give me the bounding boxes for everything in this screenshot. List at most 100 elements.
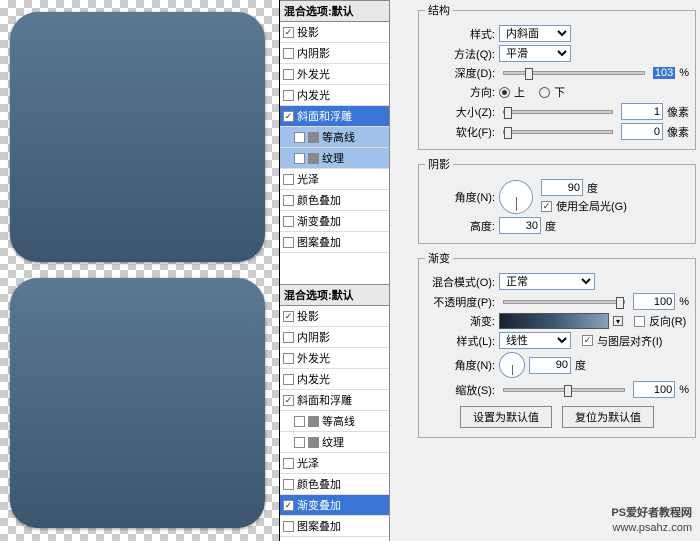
group-gradient: 渐变 混合模式(O):正常 不透明度(P):% 渐变:▾ 反向(R) 样式(L)… — [418, 250, 696, 438]
input-soften[interactable] — [621, 123, 663, 140]
select-blend[interactable]: 正常 — [499, 273, 595, 290]
style-item-label: 光泽 — [297, 171, 319, 187]
style-list-bottom: 混合选项:默认 ✓投影内阴影外发光内发光 ✓斜面和浮雕等高线纹理光泽颜色叠加 ✓渐变… — [279, 284, 390, 541]
checkbox-icon[interactable] — [283, 69, 294, 80]
checkbox-reverse[interactable] — [634, 316, 645, 327]
checkbox-icon[interactable] — [283, 195, 294, 206]
checkbox-global-light[interactable]: ✓ — [541, 201, 552, 212]
checkbox-icon[interactable]: ✓ — [283, 395, 294, 406]
select-grad-style[interactable]: 线性 — [499, 332, 571, 349]
style-item[interactable]: 光泽 — [280, 169, 389, 190]
style-item-label: 纹理 — [322, 150, 344, 166]
angle-wheel[interactable] — [499, 180, 533, 214]
style-item-label: 图案叠加 — [297, 518, 341, 534]
checkbox-icon[interactable] — [294, 132, 305, 143]
checkbox-icon[interactable] — [283, 90, 294, 101]
checkbox-icon[interactable] — [294, 437, 305, 448]
btn-reset-default[interactable]: 复位为默认值 — [562, 406, 654, 428]
style-item[interactable]: 外发光 — [280, 64, 389, 85]
slider-soften[interactable] — [503, 130, 613, 134]
preview-shape-top — [10, 12, 265, 262]
select-style[interactable]: 内斜面 — [499, 25, 571, 42]
label-depth: 深度(D): — [425, 65, 495, 81]
style-item[interactable]: 内阴影 — [280, 327, 389, 348]
label-method: 方法(Q): — [425, 46, 495, 62]
sub-icon — [308, 132, 319, 143]
canvas-top — [0, 0, 279, 270]
style-item[interactable]: ✓投影 — [280, 306, 389, 327]
style-item-label: 光泽 — [297, 455, 319, 471]
checkbox-icon[interactable]: ✓ — [283, 27, 294, 38]
label-soften: 软化(F): — [425, 124, 495, 140]
input-opacity[interactable] — [633, 293, 675, 310]
style-item-label: 投影 — [297, 24, 319, 40]
checkbox-icon[interactable] — [283, 48, 294, 59]
checkbox-icon[interactable] — [283, 174, 294, 185]
style-item[interactable]: 内阴影 — [280, 43, 389, 64]
style-item[interactable]: 光泽 — [280, 453, 389, 474]
gradient-bar[interactable] — [499, 313, 609, 329]
checkbox-icon[interactable] — [283, 521, 294, 532]
input-altitude[interactable] — [499, 217, 541, 234]
label-altitude: 高度: — [425, 218, 495, 234]
input-angle[interactable] — [541, 179, 583, 196]
select-method[interactable]: 平滑 — [499, 45, 571, 62]
slider-opacity[interactable] — [503, 300, 625, 304]
style-item[interactable]: 等高线 — [280, 411, 389, 432]
style-item[interactable]: 等高线 — [280, 127, 389, 148]
label-grad-angle: 角度(N): — [425, 357, 495, 373]
gradient-menu-icon[interactable]: ▾ — [613, 316, 623, 326]
style-item[interactable]: ✓斜面和浮雕 — [280, 390, 389, 411]
style-item[interactable]: 颜色叠加 — [280, 190, 389, 211]
radio-down[interactable] — [539, 87, 550, 98]
checkbox-align-layer[interactable]: ✓ — [582, 335, 593, 346]
checkbox-icon[interactable] — [283, 332, 294, 343]
style-item[interactable]: 图案叠加 — [280, 516, 389, 537]
slider-scale[interactable] — [503, 388, 625, 392]
btn-set-default[interactable]: 设置为默认值 — [460, 406, 552, 428]
style-item[interactable]: 内发光 — [280, 85, 389, 106]
style-item[interactable]: 内发光 — [280, 369, 389, 390]
checkbox-icon[interactable] — [283, 216, 294, 227]
group-shadow: 阴影 角度(N): 度 ✓使用全局光(G) 高度:度 — [418, 156, 696, 244]
sub-icon — [308, 153, 319, 164]
style-item[interactable]: 图案叠加 — [280, 232, 389, 253]
input-grad-angle[interactable] — [529, 357, 571, 374]
label-gradient: 渐变: — [425, 313, 495, 329]
checkbox-icon[interactable] — [294, 416, 305, 427]
style-item[interactable]: 颜色叠加 — [280, 474, 389, 495]
checkbox-icon[interactable] — [283, 374, 294, 385]
style-item[interactable]: 纹理 — [280, 432, 389, 453]
style-item[interactable]: 纹理 — [280, 148, 389, 169]
label-blend: 混合模式(O): — [425, 274, 495, 290]
style-item-label: 外发光 — [297, 350, 330, 366]
style-list-header: 混合选项:默认 — [280, 284, 389, 306]
style-item[interactable]: ✓斜面和浮雕 — [280, 106, 389, 127]
style-item[interactable]: ✓投影 — [280, 22, 389, 43]
style-item-label: 颜色叠加 — [297, 476, 341, 492]
input-size[interactable] — [621, 103, 663, 120]
label-grad-style: 样式(L): — [425, 333, 495, 349]
legend-shadow: 阴影 — [425, 156, 453, 172]
checkbox-icon[interactable] — [283, 479, 294, 490]
input-scale[interactable] — [633, 381, 675, 398]
style-item[interactable]: ✓渐变叠加 — [280, 495, 389, 516]
value-depth[interactable]: 103 — [653, 67, 675, 79]
checkbox-icon[interactable]: ✓ — [283, 311, 294, 322]
group-structure: 结构 样式:内斜面 方法(Q):平滑 深度(D):103% 方向:上 下 大小(… — [418, 2, 696, 150]
style-item-label: 渐变叠加 — [297, 213, 341, 229]
radio-up[interactable] — [499, 87, 510, 98]
grad-angle-wheel[interactable] — [499, 352, 525, 378]
style-item[interactable]: 渐变叠加 — [280, 211, 389, 232]
checkbox-icon[interactable]: ✓ — [283, 500, 294, 511]
slider-size[interactable] — [503, 110, 613, 114]
style-item[interactable]: 外发光 — [280, 348, 389, 369]
checkbox-icon[interactable] — [294, 153, 305, 164]
checkbox-icon[interactable] — [283, 237, 294, 248]
style-item-label: 内发光 — [297, 371, 330, 387]
checkbox-icon[interactable]: ✓ — [283, 111, 294, 122]
checkbox-icon[interactable] — [283, 458, 294, 469]
checkbox-icon[interactable] — [283, 353, 294, 364]
style-item-label: 内阴影 — [297, 329, 330, 345]
slider-depth[interactable] — [503, 71, 645, 75]
